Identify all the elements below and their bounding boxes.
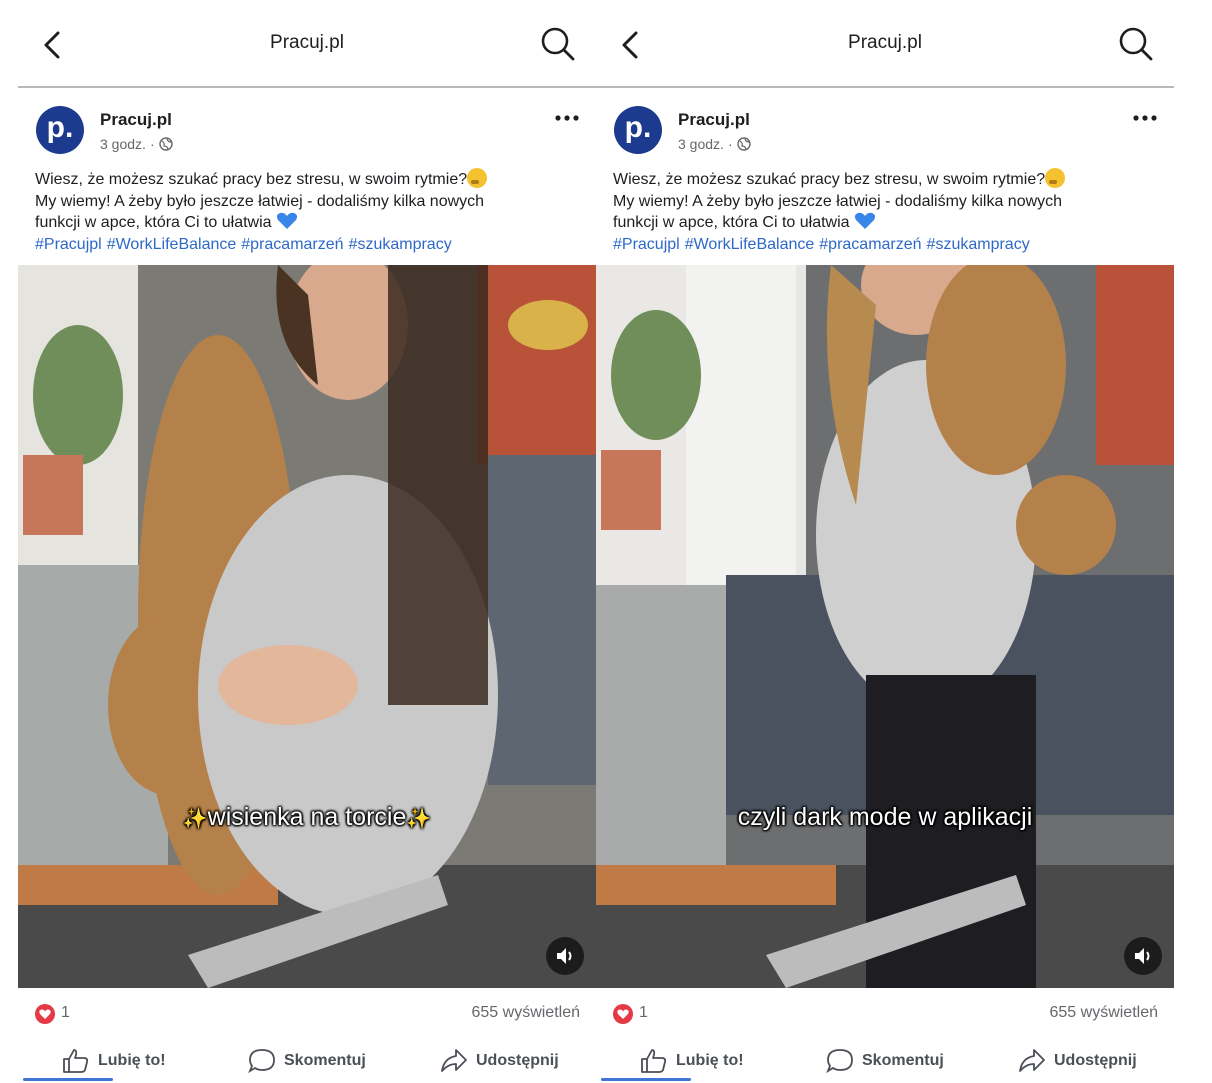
page-title: Pracuj.pl [270,32,344,53]
post-text-line-3: funkcji w apce, która Ci to ułatwia [35,214,272,231]
sparkles-icon: ✨ [406,808,432,830]
volume-button[interactable] [546,937,584,975]
hashtag-link[interactable]: #WorkLifeBalance [685,236,815,253]
comment-button[interactable]: Skomentuj [248,1046,366,1076]
hashtag-link[interactable]: #pracamarzeń [819,236,921,253]
thinking-face-icon [1045,168,1066,188]
share-button[interactable]: Udostępnij [440,1046,559,1076]
post-panel-1: Pracuj.pl p. Pracuj.pl 3 godz. · Wiesz, … [18,0,596,1083]
hashtag-link[interactable]: #Pracujpl [35,236,102,253]
share-arrow-icon [1019,1049,1045,1072]
share-label: Udostępnij [1054,1052,1137,1069]
post-text-line-2: My wiemy! A żeby było jeszcze łatwiej - … [613,192,1063,210]
heart-reaction[interactable] [613,1004,633,1024]
hashtag-link[interactable]: #Pracujpl [613,236,680,253]
sparkles-icon: ✨ [182,808,208,830]
hashtags: #Pracujpl #WorkLifeBalance #pracamarzeń #sz… [613,234,1161,256]
video-frame [596,265,1174,988]
page-title: Pracuj.pl [848,32,922,53]
comment-bubble-icon [248,1049,275,1074]
thumbs-up-icon [63,1049,89,1073]
video-frame [18,265,596,988]
hashtags: #Pracujpl #WorkLifeBalance #pracamarzeń #sz… [35,234,583,256]
comment-label: Skomentuj [284,1052,366,1069]
video-player[interactable]: ✨wisienka na torcie✨ [18,265,596,988]
post-meta: 3 godz. · [678,136,751,152]
share-arrow-icon [441,1049,467,1072]
post-text-line-2: My wiemy! A żeby było jeszcze łatwiej - … [35,192,485,210]
search-icon[interactable] [540,26,576,62]
avatar[interactable]: p. [36,106,84,154]
like-button[interactable]: Lubię to! [640,1046,744,1076]
volume-icon [1135,948,1150,964]
like-label: Lubię to! [98,1052,166,1069]
post-text-line-1: Wiesz, że możesz szukać pracy bez stresu… [35,171,468,188]
video-caption: czyli dark mode w aplikacji [596,803,1174,832]
top-bar: Pracuj.pl [18,0,596,88]
post-text-line-3: funkcji w apce, która Ci to ułatwia [613,214,850,231]
more-dots-icon[interactable] [554,112,580,124]
meta-separator: · [727,136,733,152]
post-header: p. Pracuj.pl 3 godz. · [596,88,1174,168]
reaction-count[interactable]: 1 [61,1004,70,1022]
post-panel-2: Pracuj.pl p. Pracuj.pl 3 godz. · Wiesz, … [596,0,1174,1083]
top-bar: Pracuj.pl [596,0,1174,88]
video-caption: ✨wisienka na torcie✨ [18,803,596,832]
reactions-bar: 1 655 wyświetleń [596,995,1174,1031]
reactions-bar: 1 655 wyświetleń [18,995,596,1031]
like-button[interactable]: Lubię to! [62,1046,166,1076]
hashtag-link[interactable]: #szukampracy [927,236,1030,253]
reaction-count[interactable]: 1 [639,1004,648,1022]
heart-icon [617,1009,629,1019]
share-label: Udostępnij [476,1052,559,1069]
post-header: p. Pracuj.pl 3 godz. · [18,88,596,168]
comment-label: Skomentuj [862,1052,944,1069]
page-name-link[interactable]: Pracuj.pl [100,110,172,130]
blue-heart-icon [854,212,876,229]
action-bar: Lubię to! Skomentuj Udostępnij [596,1040,1174,1083]
hashtag-link[interactable]: #szukampracy [349,236,452,253]
post-text: Wiesz, że możesz szukać pracy bez stresu… [613,168,1161,255]
post-meta: 3 godz. · [100,136,173,152]
blue-heart-icon [276,212,298,229]
action-bar: Lubię to! Skomentuj Udostępnij [18,1040,596,1083]
comment-button[interactable]: Skomentuj [826,1046,944,1076]
thumbs-up-icon [641,1049,667,1073]
heart-icon [39,1009,51,1019]
view-count: 655 wyświetleń [471,1004,581,1021]
video-player[interactable]: czyli dark mode w aplikacji [596,265,1174,988]
globe-icon [158,137,173,151]
post-text: Wiesz, że możesz szukać pracy bez stresu… [35,168,583,255]
page-name-link[interactable]: Pracuj.pl [678,110,750,130]
post-text-line-1: Wiesz, że możesz szukać pracy bez stresu… [613,171,1046,188]
search-icon[interactable] [1118,26,1154,62]
hashtag-link[interactable]: #WorkLifeBalance [107,236,237,253]
more-dots-icon[interactable] [1132,112,1158,124]
active-tab-indicator [23,1078,113,1081]
post-time[interactable]: 3 godz. [678,136,724,152]
comment-bubble-icon [826,1049,853,1074]
video-caption-text: czyli dark mode w aplikacji [737,803,1033,831]
active-tab-indicator [601,1078,691,1081]
like-label: Lubię to! [676,1052,744,1069]
thinking-face-icon [467,168,488,188]
share-button[interactable]: Udostępnij [1018,1046,1137,1076]
post-time[interactable]: 3 godz. [100,136,146,152]
avatar[interactable]: p. [614,106,662,154]
meta-separator: · [149,136,155,152]
avatar-letter: p. [624,111,652,144]
view-count: 655 wyświetleń [1049,1004,1159,1021]
video-caption-text: wisienka na torcie [207,803,407,831]
hashtag-link[interactable]: #pracamarzeń [241,236,343,253]
volume-icon [557,948,572,964]
heart-reaction[interactable] [35,1004,55,1024]
avatar-letter: p. [46,111,74,144]
globe-icon [736,137,751,151]
volume-button[interactable] [1124,937,1162,975]
